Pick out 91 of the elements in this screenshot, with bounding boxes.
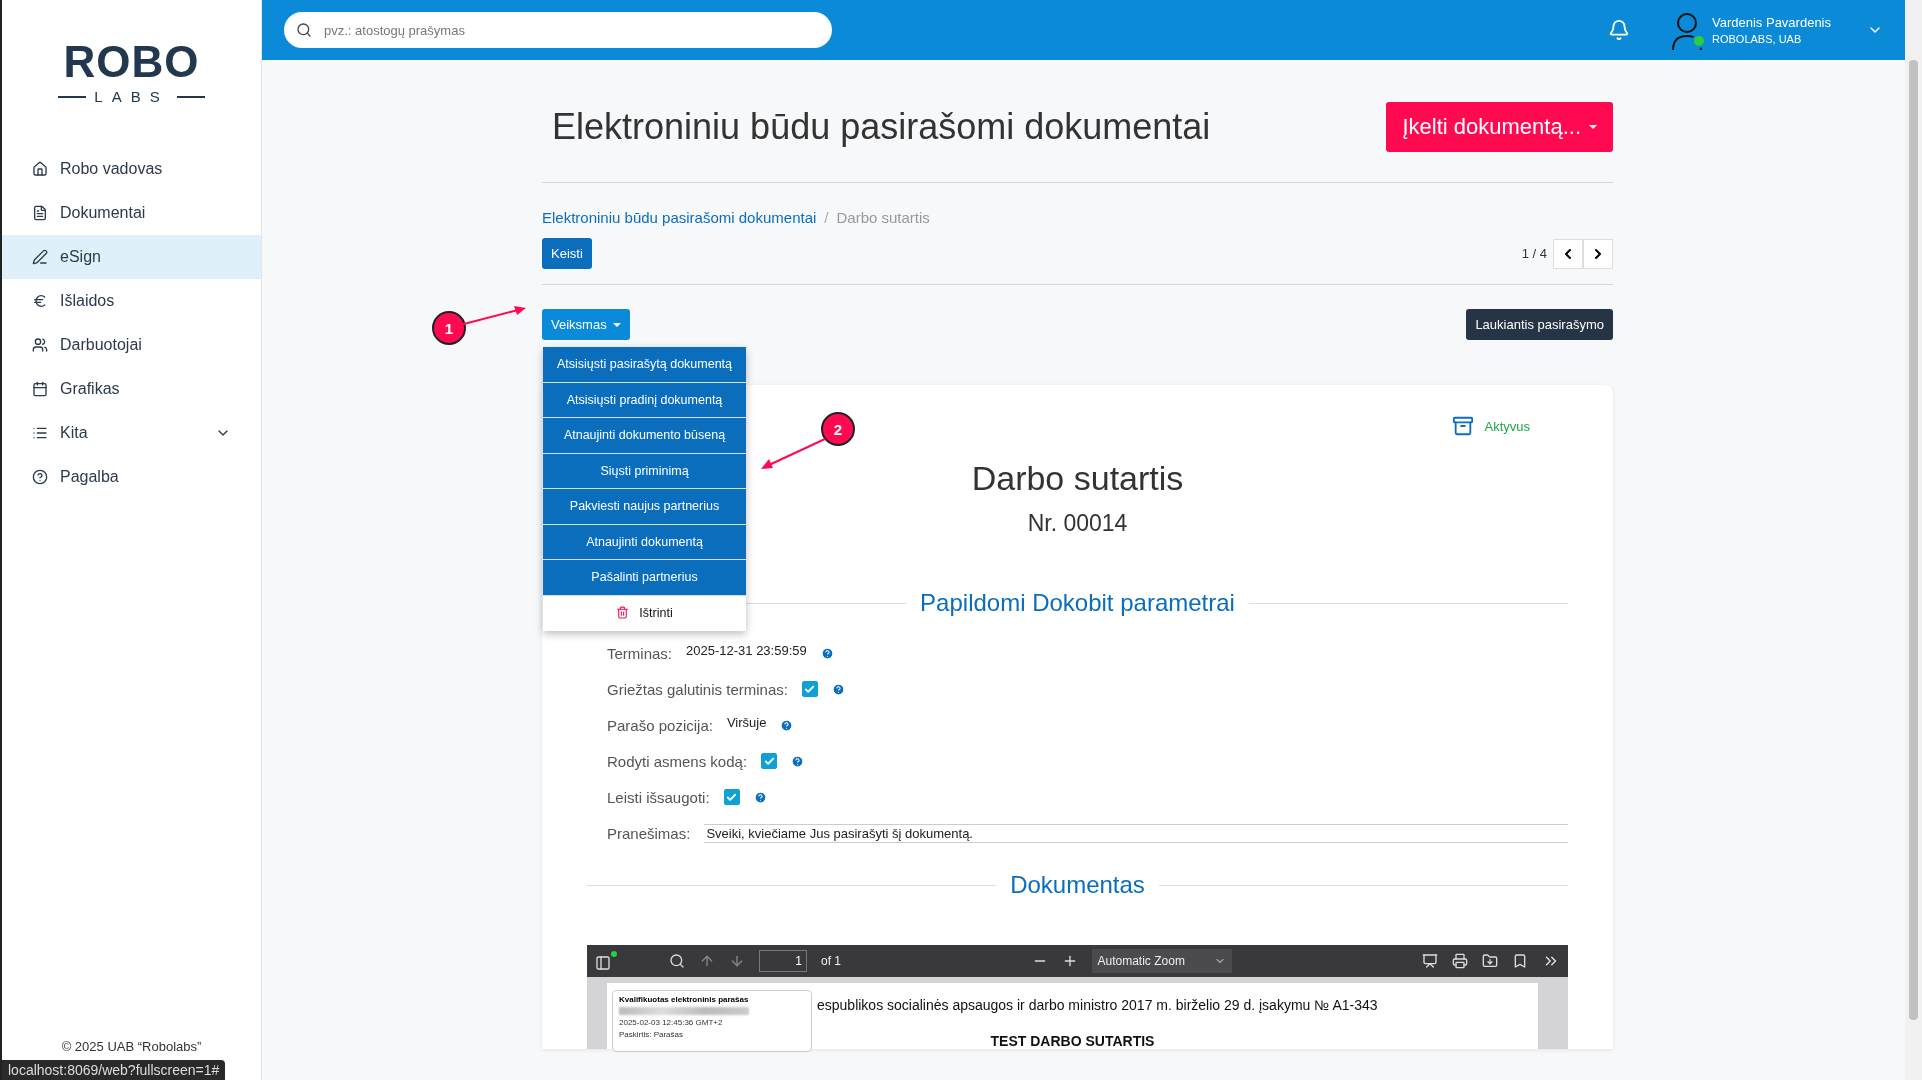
param-label: Leisti išsaugoti: [607, 788, 710, 806]
users-icon [32, 337, 48, 353]
param-label: Parašo pozicija: [607, 716, 713, 734]
home-icon [32, 161, 48, 177]
menu-item[interactable]: Atsisiųsti pasirašytą dokumentą [543, 347, 746, 383]
actions-dropdown-button[interactable]: Veiksmas [542, 309, 630, 340]
edit-button[interactable]: Keisti [542, 238, 592, 269]
document-heading: TEST DARBO SUTARTIS [990, 1033, 1155, 1049]
help-icon[interactable] [791, 754, 805, 768]
status-url: localhost:8069/web?fullscreen=1# [2, 1060, 226, 1080]
menu-item[interactable]: Atnaujinti dokumentą [543, 524, 746, 560]
scrollbar[interactable] [1905, 0, 1922, 1080]
stamp-purpose: Paskirtis: Parašas [619, 1030, 685, 1039]
section-heading: Dokumentas [1010, 871, 1145, 899]
search-input[interactable]: pvz.: atostogų prašymas [322, 21, 820, 39]
checkbox[interactable] [801, 681, 818, 697]
check-icon [763, 755, 775, 767]
folder-download-icon[interactable] [1482, 953, 1498, 969]
search-icon[interactable] [669, 953, 685, 969]
param-label: Pranešimas: [607, 824, 691, 842]
checkbox[interactable] [761, 753, 778, 769]
sidebar-item[interactable]: Išlaidos [2, 279, 261, 323]
menu-item[interactable]: Siųsti priminimą [543, 453, 746, 489]
user-avatar[interactable] [1670, 10, 1704, 50]
check-icon [726, 791, 738, 803]
menu-item[interactable]: Atsisiųsti pradinį dokumentą [543, 382, 746, 418]
pager-text: 1 / 4 [1521, 246, 1547, 261]
bookmark-icon[interactable] [1512, 953, 1528, 969]
search-icon [296, 22, 312, 38]
check-icon [804, 683, 816, 695]
company-name: ROBOLABS, UAB [1712, 33, 1803, 45]
section-heading: Papildomi Dokobit parametrai [920, 589, 1235, 617]
menu-item[interactable]: Pašalinti partnerius [543, 560, 746, 596]
printer-icon[interactable] [1452, 953, 1468, 969]
sidebar-item[interactable]: Darbuotojai [2, 323, 261, 367]
document-title: Darbo sutartis [971, 459, 1184, 498]
help-icon[interactable] [820, 646, 834, 660]
logo-subtext: LABS [58, 88, 205, 105]
menu-item[interactable]: Pakviesti naujus partnerius [543, 489, 746, 525]
help-icon[interactable] [831, 682, 845, 696]
page-number-field[interactable]: 1 [759, 950, 807, 972]
document-icon [32, 205, 48, 221]
sidebar-toggle-icon[interactable] [595, 951, 617, 971]
help-icon [32, 469, 48, 485]
breadcrumb-separator: / [824, 209, 829, 226]
stamp-title: Kvalifikuotas elektroninis parašas [619, 995, 750, 1004]
status-button[interactable]: Laukiantis pasirašymo [1466, 309, 1613, 340]
arrow-down-icon[interactable] [729, 953, 745, 969]
checkbox[interactable] [723, 789, 740, 805]
sidebar-item[interactable]: Dokumentai [2, 191, 261, 235]
sidebar-item[interactable]: Robo vadovas [2, 147, 261, 191]
calendar-icon [32, 381, 48, 397]
sidebar-item[interactable]: eSign [2, 235, 261, 279]
menu-item[interactable]: Atnaujinti dokumento būseną [543, 418, 746, 454]
help-icon[interactable] [780, 718, 794, 732]
upload-button[interactable]: Įkelti dokumentą... [1386, 102, 1613, 152]
next-button[interactable] [1583, 238, 1613, 269]
breadcrumb-link[interactable]: Elektroniniu būdu pasirašomi dokumentai [542, 209, 817, 226]
copyright-text: © 2025 UAB “Robolabs” [61, 1039, 202, 1054]
param-label: Terminas: [607, 644, 673, 662]
document-text: espublikos socialinės apsaugos ir darbo ministro 2017 m. birželio 29 d. įsakymu № A1-343 [817, 997, 1378, 1013]
archive-icon [1452, 415, 1475, 437]
user-name: Vardenis Pavardenis [1712, 15, 1831, 30]
param-label: Griežtas galutinis terminas: [607, 680, 788, 698]
annotation-arrow [460, 305, 526, 327]
annotation-marker: 1 [432, 311, 466, 345]
message-field[interactable]: Sveiki, kviečiame Jus pasirašyti šį dokumentą. [704, 823, 1568, 843]
help-icon[interactable] [753, 790, 767, 804]
param-value: 2025-12-31 23:59:59 [686, 642, 807, 658]
logo-text: ROBO [63, 40, 200, 84]
previous-button[interactable] [1553, 238, 1583, 269]
zoom-select[interactable]: Automatic Zoom [1091, 949, 1232, 973]
document-number: Nr. 00014 [1027, 510, 1128, 537]
list-icon [32, 425, 48, 441]
annotation-arrow [761, 439, 825, 469]
current-page-label: Darbo sutartis [836, 209, 930, 226]
sidebar-item[interactable]: Grafikas [2, 367, 261, 411]
search-field[interactable]: pvz.: atostogų prašymas [284, 12, 832, 48]
page-title: Elektroniniu būdu pasirašomi dokumentai [552, 106, 1211, 148]
param-label: Rodyti asmens kodą: [607, 752, 748, 770]
bell-icon[interactable] [1608, 19, 1630, 41]
page-count: of 1 [821, 954, 841, 968]
sidebar-item[interactable]: Pagalba [2, 455, 261, 499]
pen-icon [32, 249, 48, 265]
param-value: Viršuje [726, 714, 767, 730]
euro-icon [32, 293, 48, 309]
stamp-date: 2025-02-03 12:45:36 GMT+2 [619, 1018, 724, 1027]
document-state: Aktyvus [1484, 418, 1530, 434]
trash-icon [616, 606, 630, 620]
presentation-icon[interactable] [1422, 953, 1438, 969]
sidebar-item[interactable]: Kita [2, 411, 261, 455]
